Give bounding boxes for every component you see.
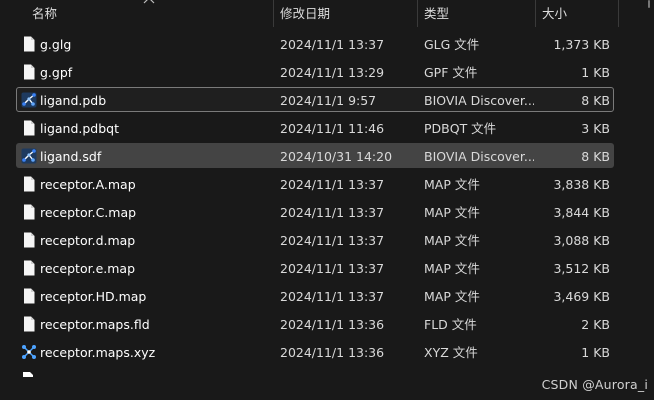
file-row[interactable]: receptor.maps.xyz 2024/11/1 13:36 XYZ 文件 1 … [16, 339, 614, 364]
file-row[interactable]: ligand.pdb 2024/11/1 9:57 BIOVIA Discover.… [16, 87, 614, 112]
file-size: 8 KB [581, 149, 610, 164]
file-size: 8 KB [581, 93, 610, 108]
file-name: receptor.C.map [40, 205, 137, 220]
file-type: MAP 文件 [424, 233, 480, 248]
file-row[interactable]: receptor.d.map 2024/11/1 13:37 MAP 文件 3,088… [16, 227, 614, 252]
file-type: MAP 文件 [424, 289, 480, 304]
file-row[interactable]: receptor.e.map 2024/11/1 13:37 MAP 文件 3,512… [16, 255, 614, 280]
file-modified-date: 2024/11/1 13:37 [280, 233, 385, 248]
file-modified-date: 2024/11/1 13:36 [280, 345, 385, 360]
file-modified-date: 2024/11/1 11:46 [280, 121, 385, 136]
file-type: GPF 文件 [424, 65, 478, 80]
file-icon [21, 232, 37, 248]
column-divider[interactable] [535, 0, 536, 27]
file-size: 3 KB [581, 121, 610, 136]
biovia-molecule-icon [21, 92, 37, 108]
file-row[interactable]: receptor.HD.map 2024/11/1 13:37 MAP 文件 3,46… [16, 283, 614, 308]
file-name: receptor.A.map [40, 177, 136, 192]
column-header-bar: 名称 修改日期 类型 大小 [0, 0, 620, 27]
file-row[interactable]: receptor.maps.fld 2024/11/1 13:36 FLD 文件 2 … [16, 311, 614, 336]
column-divider[interactable] [618, 0, 619, 27]
file-icon [21, 176, 37, 192]
file-size: 2 KB [581, 317, 610, 332]
column-header-size[interactable]: 大小 [542, 0, 567, 27]
file-type: XYZ 文件 [424, 345, 478, 360]
file-row[interactable]: g.gpf 2024/11/1 13:29 GPF 文件 1 KB [16, 59, 614, 84]
file-size: 1 KB [581, 65, 610, 80]
file-size: 1,373 KB [553, 37, 610, 52]
file-name: receptor.e.map [40, 261, 136, 276]
file-modified-date: 2024/11/1 9:57 [280, 93, 377, 108]
file-icon [21, 64, 37, 80]
sort-ascending-icon [143, 0, 155, 4]
file-modified-date: 2024/11/1 13:37 [280, 177, 385, 192]
file-icon [23, 372, 33, 377]
file-type: PDBQT 文件 [424, 121, 497, 136]
file-row[interactable]: receptor.A.map 2024/11/1 13:37 MAP 文件 3,838… [16, 171, 614, 196]
file-name: receptor.d.map [40, 233, 136, 248]
column-divider[interactable] [273, 0, 274, 27]
file-icon [21, 36, 37, 52]
column-header-modified[interactable]: 修改日期 [280, 0, 330, 27]
file-type: BIOVIA Discover... [424, 93, 534, 108]
file-type: MAP 文件 [424, 205, 480, 220]
file-icon [21, 204, 37, 220]
file-row[interactable]: receptor.C.map 2024/11/1 13:37 MAP 文件 3,844… [16, 199, 614, 224]
file-modified-date: 2024/11/1 13:36 [280, 317, 385, 332]
vertical-scrollbar[interactable] [643, 0, 654, 400]
file-modified-date: 2024/11/1 13:37 [280, 289, 385, 304]
file-name: g.glg [40, 37, 72, 52]
file-size: 3,844 KB [553, 205, 610, 220]
file-modified-date: 2024/11/1 13:37 [280, 205, 385, 220]
file-type: BIOVIA Discover... [424, 149, 534, 164]
file-name: ligand.pdbqt [40, 121, 120, 136]
file-name: g.gpf [40, 65, 73, 80]
file-size: 3,838 KB [553, 177, 610, 192]
file-type: GLG 文件 [424, 37, 480, 52]
file-name: receptor.maps.fld [40, 317, 150, 332]
xyz-molecule-icon [21, 344, 37, 360]
file-icon [21, 120, 37, 136]
file-icon [21, 316, 37, 332]
scrollbar-thumb[interactable] [648, 0, 650, 8]
biovia-molecule-icon [21, 148, 37, 164]
watermark: CSDN @Aurora_i [541, 377, 648, 392]
file-size: 3,088 KB [553, 233, 610, 248]
file-modified-date: 2024/11/1 13:37 [280, 261, 385, 276]
file-type: FLD 文件 [424, 317, 477, 332]
file-row[interactable]: ligand.sdf 2024/10/31 14:20 BIOVIA Discove… [16, 143, 614, 168]
file-row[interactable]: g.glg 2024/11/1 13:37 GLG 文件 1,373 KB [16, 31, 614, 56]
file-modified-date: 2024/10/31 14:20 [280, 149, 393, 164]
file-row[interactable]: ligand.pdbqt 2024/11/1 11:46 PDBQT 文件 3 KB [16, 115, 614, 140]
file-name: ligand.pdb [40, 93, 107, 108]
file-icon [21, 260, 37, 276]
file-size: 1 KB [581, 345, 610, 360]
file-size: 3,512 KB [553, 261, 610, 276]
column-divider[interactable] [417, 0, 418, 27]
file-type: MAP 文件 [424, 177, 480, 192]
column-header-name[interactable]: 名称 [32, 0, 57, 27]
file-icon [21, 288, 37, 304]
file-modified-date: 2024/11/1 13:29 [280, 65, 385, 80]
file-size: 3,469 KB [553, 289, 610, 304]
file-modified-date: 2024/11/1 13:37 [280, 37, 385, 52]
file-name: ligand.sdf [40, 149, 102, 164]
column-header-type[interactable]: 类型 [424, 0, 449, 27]
file-name: receptor.maps.xyz [40, 345, 156, 360]
file-type: MAP 文件 [424, 261, 480, 276]
file-name: receptor.HD.map [40, 289, 147, 304]
partially-visible-row [16, 371, 614, 377]
